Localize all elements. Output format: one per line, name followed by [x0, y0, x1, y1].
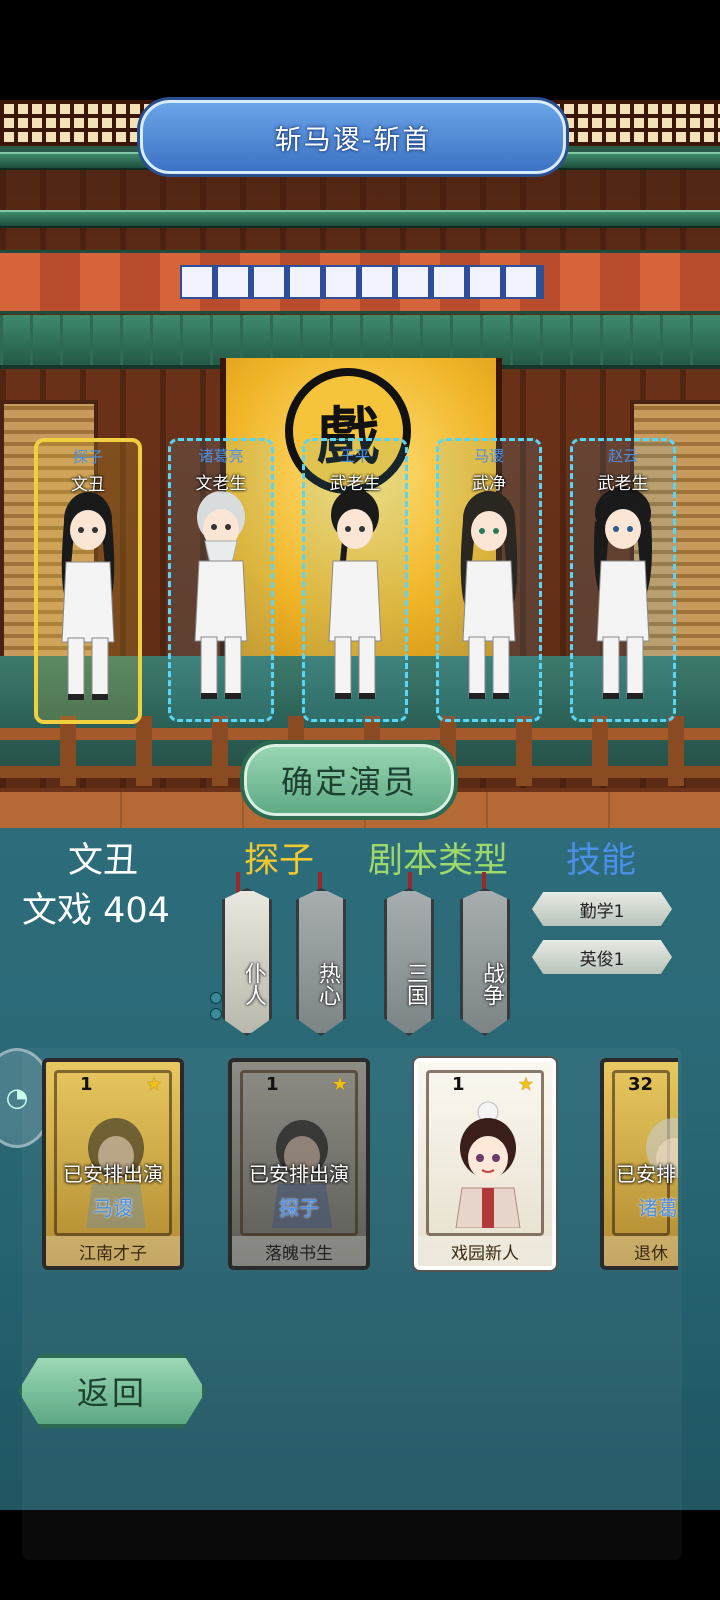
actor-portrait — [455, 1101, 521, 1228]
actor-type-label: 武老生 — [597, 474, 649, 494]
skill-tag: 勤学1 — [532, 892, 672, 926]
card-level: 1 — [266, 1074, 279, 1095]
back-button[interactable]: 返回 — [18, 1354, 206, 1428]
selected-actor-type: 文丑 — [68, 841, 139, 881]
play-title-banner: 斩马谡-斩首 — [140, 100, 566, 174]
actor-role-label: 马谡 — [473, 447, 504, 465]
play-title: 斩马谡-斩首 — [274, 124, 432, 156]
confirm-actors-button[interactable]: 确定演员 — [240, 740, 458, 820]
actor-slot[interactable]: 探子 文丑 — [34, 438, 142, 724]
actor-type-label: 武老生 — [329, 474, 381, 494]
card-assigned-role: 探子 — [279, 1196, 319, 1220]
actor-role-label: 诸葛亮 — [198, 447, 244, 465]
actor-slot[interactable]: 诸葛亮 文老生 — [168, 438, 274, 722]
role-header: 探子 — [244, 841, 315, 881]
actor-type-label: 文丑 — [71, 475, 105, 495]
card-status: 已安排出演 — [249, 1162, 349, 1186]
script-type-header: 剧本类型 — [368, 841, 509, 881]
actor-type-label: 文老生 — [195, 474, 247, 494]
card-name: 戏园新人 — [418, 1236, 552, 1266]
actor-type-label: 武净 — [472, 474, 506, 494]
card-level: 1 — [452, 1074, 465, 1095]
actor-slot[interactable]: 赵云 武老生 — [570, 438, 676, 722]
role-trait-tag: 仆人 — [222, 888, 272, 1036]
actor-slot[interactable]: 王平 武老生 — [302, 438, 408, 722]
actor-slot[interactable]: 马谡 武净 — [436, 438, 542, 722]
actor-card[interactable]: 1 ★ 已安排出演 马谡 江南才子 — [42, 1058, 184, 1270]
actor-role-label: 王平 — [339, 447, 370, 465]
roof-rail — [0, 210, 720, 228]
card-level: 1 — [80, 1074, 93, 1095]
skill-tag: 英俊1 — [532, 940, 672, 974]
card-status: 已安排 — [616, 1162, 676, 1186]
card-status: 已安排出演 — [63, 1162, 163, 1186]
star-icon: ★ — [517, 1074, 534, 1095]
skill-header: 技能 — [566, 841, 637, 881]
script-type-tag: 战争 — [460, 888, 510, 1036]
card-name: 退休 — [604, 1236, 678, 1266]
actor-card[interactable]: 32 已安排 诸葛 退休 — [600, 1058, 678, 1270]
confirm-actors-label: 确定演员 — [280, 763, 417, 801]
card-assigned-role: 马谡 — [93, 1196, 133, 1220]
tag-bead — [210, 1008, 222, 1020]
card-name: 落魄书生 — [232, 1236, 366, 1266]
script-type-tag: 三国 — [384, 888, 434, 1036]
actor-role-label: 赵云 — [607, 447, 638, 465]
actor-role-label: 探子 — [72, 448, 103, 466]
card-name: 江南才子 — [46, 1236, 180, 1266]
selected-actor-score: 文戏 404 — [22, 891, 170, 931]
star-icon: ★ — [145, 1074, 162, 1095]
tag-bead — [210, 992, 222, 1004]
card-level: 32 — [628, 1074, 654, 1095]
card-assigned-role: 诸葛 — [638, 1196, 678, 1220]
back-button-label: 返回 — [76, 1374, 147, 1412]
star-icon: ★ — [331, 1074, 348, 1095]
role-trait-tag: 热心 — [296, 888, 346, 1036]
actor-card[interactable]: 1 ★ 戏园新人 — [414, 1058, 556, 1270]
band-grid — [180, 265, 544, 299]
actor-card[interactable]: 1 ★ 已安排出演 探子 落魄书生 — [228, 1058, 370, 1270]
